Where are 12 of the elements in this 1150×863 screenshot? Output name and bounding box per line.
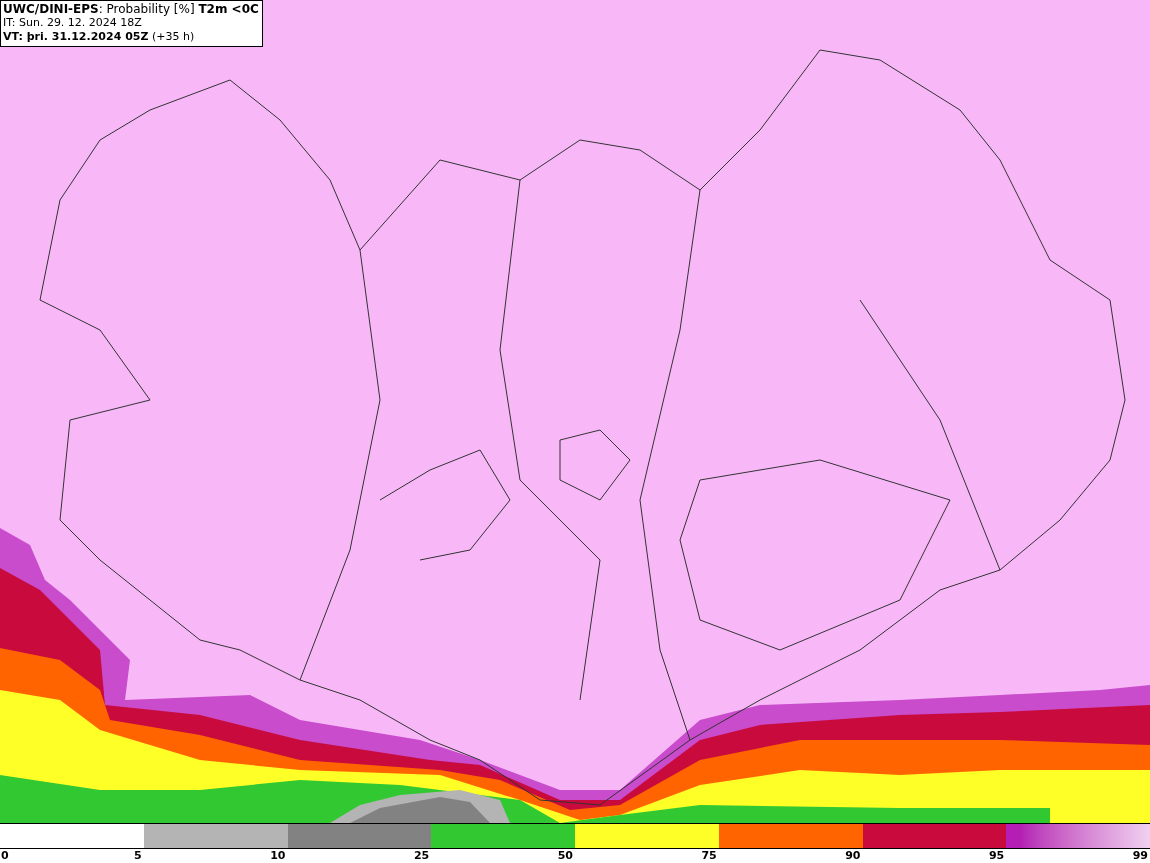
legend-label: 75 bbox=[701, 849, 717, 863]
legend-label: 99 bbox=[1132, 849, 1148, 863]
legend-label: 50 bbox=[557, 849, 573, 863]
map-title-line: UWC/DINI-EPS: Probability [%] T2m <0C bbox=[3, 2, 259, 16]
map-title-line: IT: Sun. 29. 12. 2024 18Z bbox=[3, 16, 143, 30]
legend-label: 0 bbox=[1, 849, 9, 863]
legend-label: 90 bbox=[845, 849, 861, 863]
legend-label: 25 bbox=[413, 849, 430, 863]
map-title-line: VT: þri. 31.12.2024 05Z (+35 h) bbox=[3, 30, 196, 44]
legend-label: 95 bbox=[988, 849, 1005, 863]
legend-label: 10 bbox=[270, 849, 286, 863]
legend-label: 5 bbox=[134, 849, 142, 863]
